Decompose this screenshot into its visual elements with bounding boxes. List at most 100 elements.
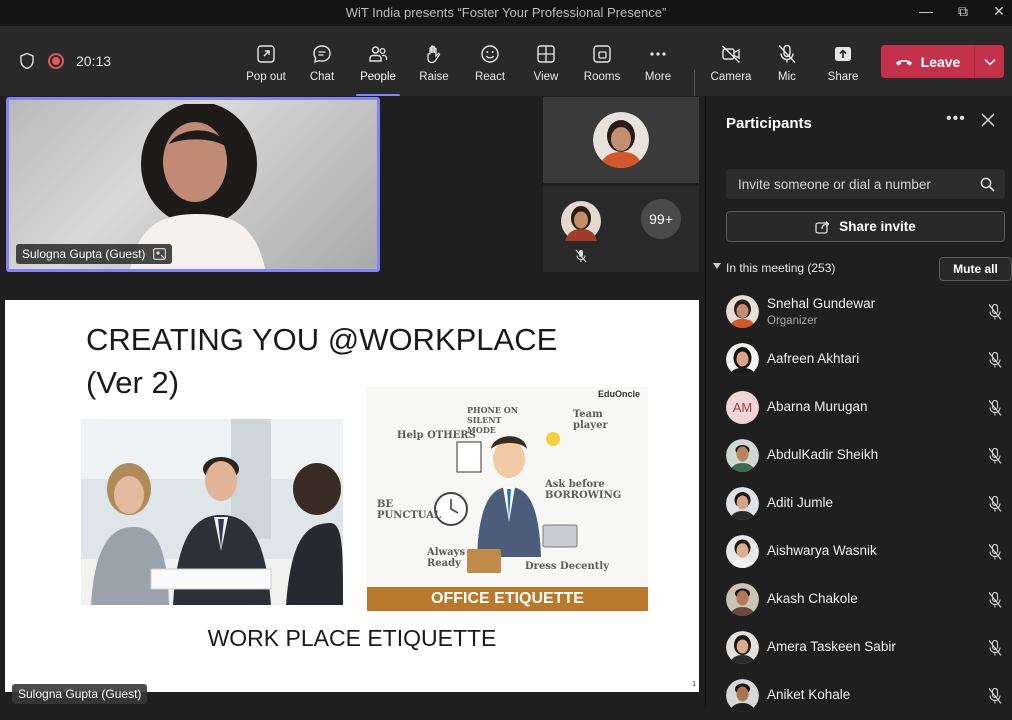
chevron-down-icon [713,263,721,269]
participant-row[interactable]: Akash Chakole [706,576,1012,624]
share-invite-icon [815,220,830,234]
more-button[interactable]: More [630,41,686,91]
participant-avatar [726,679,759,712]
etiquette-word: Always Ready [427,547,466,569]
participant-name: Aafreen Akhtari [767,351,860,366]
view-button[interactable]: View [518,41,574,91]
panel-title: Participants [726,115,812,132]
participant-initials-avatar: AM [726,391,759,424]
rooms-button[interactable]: Rooms [574,41,630,91]
presenter-name-tag: Sulogna Gupta (Guest) [12,684,148,704]
etiquette-word: Help OTHERS [397,430,476,441]
mic-off-icon[interactable] [987,591,1003,609]
participant-avatar [726,487,759,520]
etiquette-word: Team player [573,409,608,431]
grid-icon [537,45,555,63]
participant-row[interactable]: AbdulKadir Sheikh [706,432,1012,480]
participant-avatar [726,631,759,664]
video-tile-participant[interactable] [543,97,699,183]
chat-icon [313,45,331,64]
mic-button[interactable]: Mic [759,41,815,91]
slide-page-number: 1 [692,681,696,688]
participant-avatar [726,295,759,328]
office-meeting-photo [81,419,343,605]
leave-button[interactable]: Leave [881,45,974,78]
participant-avatar [561,201,601,241]
restore-icon[interactable]: ⧉ [952,3,974,23]
close-panel-icon[interactable] [980,112,996,128]
pop-out-button[interactable]: Pop out [238,41,294,91]
meeting-timer: 20:13 [76,53,112,69]
mic-off-icon[interactable] [987,639,1003,657]
participant-avatar [726,583,759,616]
mic-off-icon[interactable] [987,399,1003,417]
participant-role: Organizer [767,315,818,327]
window-title-bar: WiT India presents “Foster Your Professi… [0,0,1012,26]
participant-row[interactable]: Aishwarya Wasnik [706,528,1012,576]
shared-screen-slide: CREATING YOU @WORKPLACE (Ver 2) EduOncle [5,300,699,692]
more-icon [650,52,666,56]
hand-icon [427,45,441,64]
participant-row[interactable]: Aniket Kohale [706,672,1012,720]
participant-name: AbdulKadir Sheikh [767,447,879,462]
share-invite-button[interactable]: Share invite [726,211,1005,242]
participant-name: Amera Taskeen Sabir [767,639,896,654]
etiquette-word: PHONE ON SILENT MODE [467,405,519,435]
participant-row[interactable]: Aditi Jumle [706,480,1012,528]
mic-off-icon[interactable] [987,687,1003,705]
mic-off-icon[interactable] [987,351,1003,369]
pop-out-icon [257,45,275,63]
close-window-icon[interactable]: ✕ [988,3,1010,23]
camera-button[interactable]: Camera [703,41,759,91]
panel-more-options-icon[interactable]: ••• [946,110,966,128]
participant-row[interactable]: Aafreen Akhtari [706,336,1012,384]
people-button[interactable]: People [350,41,406,97]
rooms-icon [593,45,611,63]
main-video-name-tag: Sulogna Gupta (Guest) [16,244,173,264]
react-button[interactable]: React [462,41,518,91]
participant-row[interactable]: AM Abarna Murugan [706,384,1012,432]
etiquette-word: BE PUNCTUAL [377,499,441,521]
more-participants-badge[interactable]: 99+ [641,199,681,239]
mic-off-icon[interactable] [987,303,1003,321]
mic-off-icon[interactable] [987,543,1003,561]
office-etiquette-illustration: EduOncle Help OTHERS PHONE ON SILENT MOD… [367,387,648,611]
smiley-icon [481,45,499,63]
main-video-tile[interactable]: Sulogna Gupta (Guest) [6,97,380,272]
share-button[interactable]: Share [815,41,871,91]
participant-list: Snehal Gundewar Organizer Aafreen Akhtar… [706,288,1012,720]
mute-all-button[interactable]: Mute all [939,257,1012,281]
etiquette-banner: OFFICE ETIQUETTE [367,587,648,611]
leave-options-button[interactable] [975,45,1004,78]
in-meeting-count-label: In this meeting (253) [726,261,836,275]
meeting-toolbar: 20:13 Pop out Chat People Raise React Vi… [0,26,1012,104]
etiquette-word: Ask before BORROWING [545,479,622,501]
participant-row[interactable]: Snehal Gundewar Organizer [706,288,1012,336]
in-meeting-section-header[interactable]: In this meeting (253) Mute all [713,257,1012,281]
chevron-down-icon [983,58,996,66]
participant-info-icon [153,248,167,260]
slide-caption: WORK PLACE ETIQUETTE [207,625,497,651]
participant-name: Snehal Gundewar [767,296,876,311]
business-meeting-image [81,419,343,605]
mic-off-icon[interactable] [987,495,1003,513]
camera-off-icon [722,45,740,64]
invite-search-input[interactable] [726,169,1005,199]
shield-icon [20,52,34,70]
etiquette-word: Dress Decently [525,561,610,572]
participant-name: Aishwarya Wasnik [767,543,877,558]
participant-avatar [726,343,759,376]
minimize-icon[interactable]: — [915,3,937,23]
people-icon [369,46,388,62]
participant-name: Akash Chakole [767,591,858,606]
search-icon[interactable] [980,177,995,192]
recording-icon [48,53,64,69]
mic-off-icon [778,44,796,63]
participant-row[interactable]: Amera Taskeen Sabir [706,624,1012,672]
mic-off-icon[interactable] [987,447,1003,465]
participant-avatar [726,439,759,472]
window-title: WiT India presents “Foster Your Professi… [345,5,667,20]
raise-hand-button[interactable]: Raise [406,41,462,91]
participant-avatar [593,112,649,168]
chat-button[interactable]: Chat [294,41,350,91]
